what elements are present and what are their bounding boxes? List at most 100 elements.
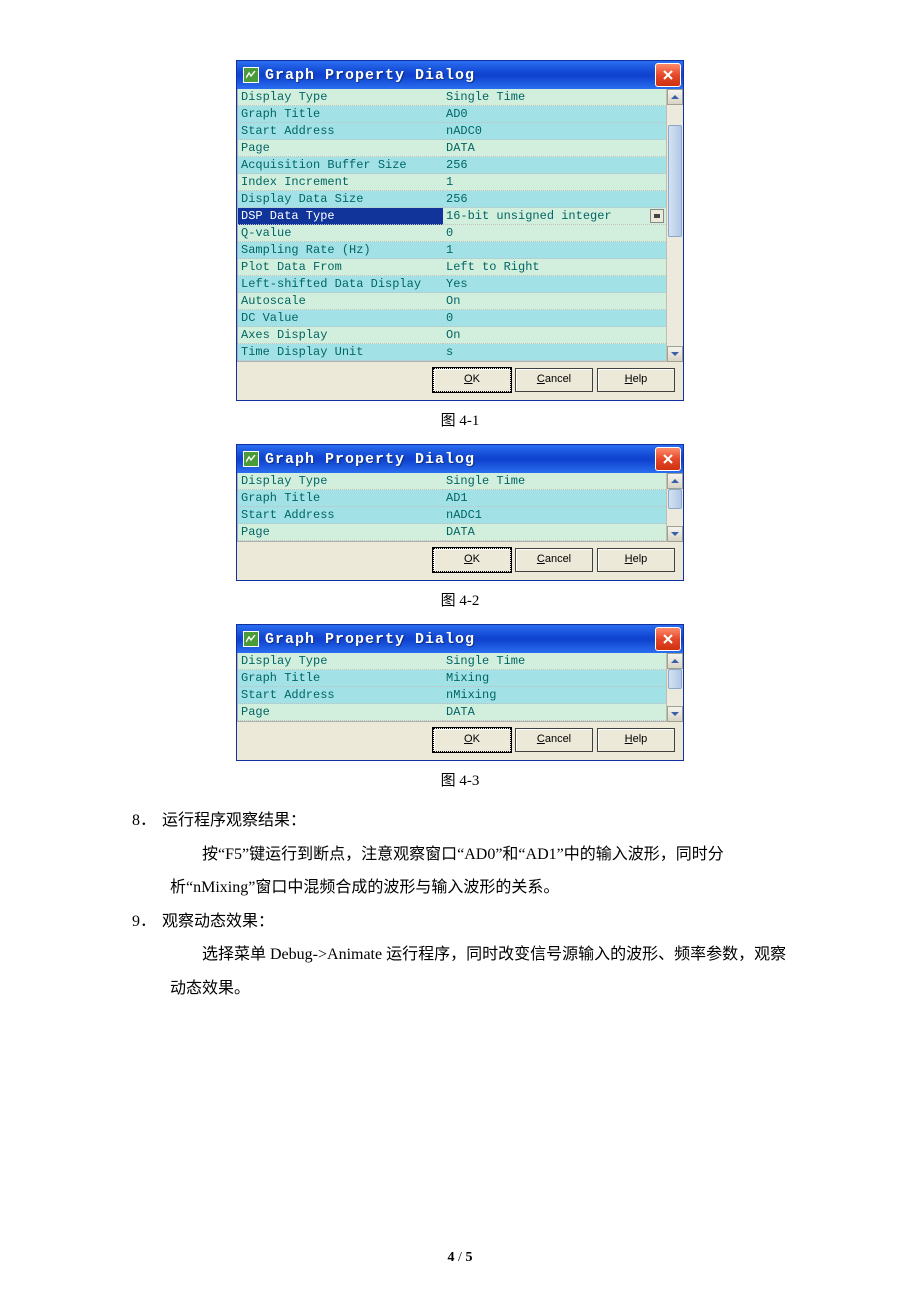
scroll-up-icon[interactable]: [667, 473, 683, 489]
step-8-heading: 8． 运行程序观察结果：: [120, 804, 800, 838]
graph-property-dialog-2: Graph Property Dialog Display TypeSingle…: [236, 444, 684, 581]
step-title: 观察动态效果：: [162, 905, 274, 939]
prop-key: Graph Title: [238, 490, 443, 507]
prop-key: Index Increment: [238, 174, 443, 191]
prop-key: Axes Display: [238, 327, 443, 344]
scroll-down-icon[interactable]: [667, 526, 683, 542]
page-sep: /: [455, 1250, 466, 1265]
prop-value[interactable]: On: [443, 327, 666, 344]
dialog-title: Graph Property Dialog: [265, 451, 655, 468]
help-button[interactable]: Help: [597, 368, 675, 392]
graph-icon: [243, 451, 259, 467]
property-list: Display TypeSingle Time Graph TitleMixin…: [237, 653, 666, 722]
help-button[interactable]: Help: [597, 728, 675, 752]
prop-value[interactable]: Mixing: [443, 670, 666, 687]
property-list: Display TypeSingle Time Graph TitleAD0 S…: [237, 89, 666, 362]
prop-value[interactable]: nADC1: [443, 507, 666, 524]
prop-value[interactable]: s: [443, 344, 666, 361]
scroll-up-icon[interactable]: [667, 89, 683, 105]
prop-value[interactable]: On: [443, 293, 666, 310]
prop-key: Graph Title: [238, 670, 443, 687]
scrollbar[interactable]: [666, 89, 683, 362]
page-current: 4: [448, 1250, 455, 1265]
dialog-titlebar: Graph Property Dialog: [237, 445, 683, 473]
graph-icon: [243, 631, 259, 647]
prop-value-text: 16-bit unsigned integer: [446, 209, 612, 223]
prop-value[interactable]: nMixing: [443, 687, 666, 704]
cancel-button[interactable]: Cancel: [515, 548, 593, 572]
close-icon[interactable]: [655, 627, 681, 651]
figure-caption-4-2: 图 4-2: [120, 589, 800, 610]
ok-button[interactable]: OK: [433, 728, 511, 752]
step-8-paragraph: 按“F5”键运行到断点，注意观察窗口“AD0”和“AD1”中的输入波形，同时分析…: [170, 838, 800, 905]
scroll-down-icon[interactable]: [667, 706, 683, 722]
prop-value[interactable]: Single Time: [443, 89, 666, 106]
prop-value[interactable]: DATA: [443, 524, 666, 541]
prop-value[interactable]: DATA: [443, 140, 666, 157]
prop-value[interactable]: AD0: [443, 106, 666, 123]
prop-value[interactable]: 0: [443, 225, 666, 242]
scroll-track[interactable]: [667, 669, 683, 706]
prop-value[interactable]: 256: [443, 157, 666, 174]
scrollbar[interactable]: [666, 653, 683, 722]
page-number: 4 / 5: [0, 1250, 920, 1266]
scroll-track[interactable]: [667, 489, 683, 526]
page-total: 5: [465, 1250, 472, 1265]
ok-button[interactable]: OK: [433, 548, 511, 572]
prop-key: Display Data Size: [238, 191, 443, 208]
step-9-paragraph: 选择菜单 Debug->Animate 运行程序，同时改变信号源输入的波形、频率…: [170, 938, 800, 1005]
close-icon[interactable]: [655, 63, 681, 87]
scroll-down-icon[interactable]: [667, 346, 683, 362]
prop-key: Start Address: [238, 687, 443, 704]
dialog-titlebar: Graph Property Dialog: [237, 61, 683, 89]
help-button[interactable]: Help: [597, 548, 675, 572]
step-number: 8．: [120, 804, 162, 838]
prop-key: Start Address: [238, 507, 443, 524]
scrollbar[interactable]: [666, 473, 683, 542]
prop-value[interactable]: 16-bit unsigned integer: [443, 208, 666, 225]
dialog-titlebar: Graph Property Dialog: [237, 625, 683, 653]
prop-value[interactable]: DATA: [443, 704, 666, 721]
prop-value[interactable]: nADC0: [443, 123, 666, 140]
prop-key: Sampling Rate (Hz): [238, 242, 443, 259]
step-number: 9．: [120, 905, 162, 939]
figure-caption-4-3: 图 4-3: [120, 769, 800, 790]
cancel-button[interactable]: Cancel: [515, 368, 593, 392]
prop-key: DSP Data Type: [238, 208, 443, 225]
prop-key: Autoscale: [238, 293, 443, 310]
prop-key: Page: [238, 524, 443, 541]
scroll-thumb[interactable]: [668, 125, 682, 237]
scroll-up-icon[interactable]: [667, 653, 683, 669]
prop-value[interactable]: Yes: [443, 276, 666, 293]
prop-key: Page: [238, 704, 443, 721]
cancel-button[interactable]: Cancel: [515, 728, 593, 752]
step-9-heading: 9． 观察动态效果：: [120, 905, 800, 939]
prop-key: Q-value: [238, 225, 443, 242]
prop-key: Display Type: [238, 653, 443, 670]
prop-key: Time Display Unit: [238, 344, 443, 361]
step-title: 运行程序观察结果：: [162, 804, 306, 838]
scroll-track[interactable]: [667, 105, 683, 346]
graph-property-dialog-1: Graph Property Dialog Display TypeSingle…: [236, 60, 684, 401]
prop-value[interactable]: 1: [443, 174, 666, 191]
dialog-title: Graph Property Dialog: [265, 631, 655, 648]
prop-value[interactable]: 1: [443, 242, 666, 259]
dropdown-icon[interactable]: [650, 209, 664, 223]
prop-value[interactable]: Single Time: [443, 473, 666, 490]
prop-value[interactable]: AD1: [443, 490, 666, 507]
dialog-title: Graph Property Dialog: [265, 67, 655, 84]
ok-button[interactable]: OK: [433, 368, 511, 392]
prop-value[interactable]: 256: [443, 191, 666, 208]
prop-key: Start Address: [238, 123, 443, 140]
scroll-thumb[interactable]: [668, 669, 682, 689]
close-icon[interactable]: [655, 447, 681, 471]
prop-key: Left-shifted Data Display: [238, 276, 443, 293]
prop-key: Graph Title: [238, 106, 443, 123]
scroll-thumb[interactable]: [668, 489, 682, 509]
graph-property-dialog-3: Graph Property Dialog Display TypeSingle…: [236, 624, 684, 761]
prop-value[interactable]: 0: [443, 310, 666, 327]
prop-value[interactable]: Left to Right: [443, 259, 666, 276]
graph-icon: [243, 67, 259, 83]
prop-key: Plot Data From: [238, 259, 443, 276]
prop-value[interactable]: Single Time: [443, 653, 666, 670]
